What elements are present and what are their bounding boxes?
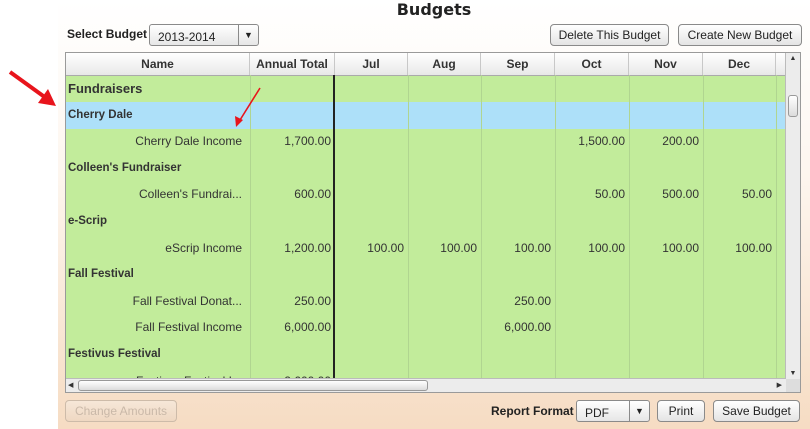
annotation-arrows <box>8 70 261 127</box>
annotation-arrow-large <box>8 70 56 106</box>
annotation-arrow-small <box>235 87 261 127</box>
